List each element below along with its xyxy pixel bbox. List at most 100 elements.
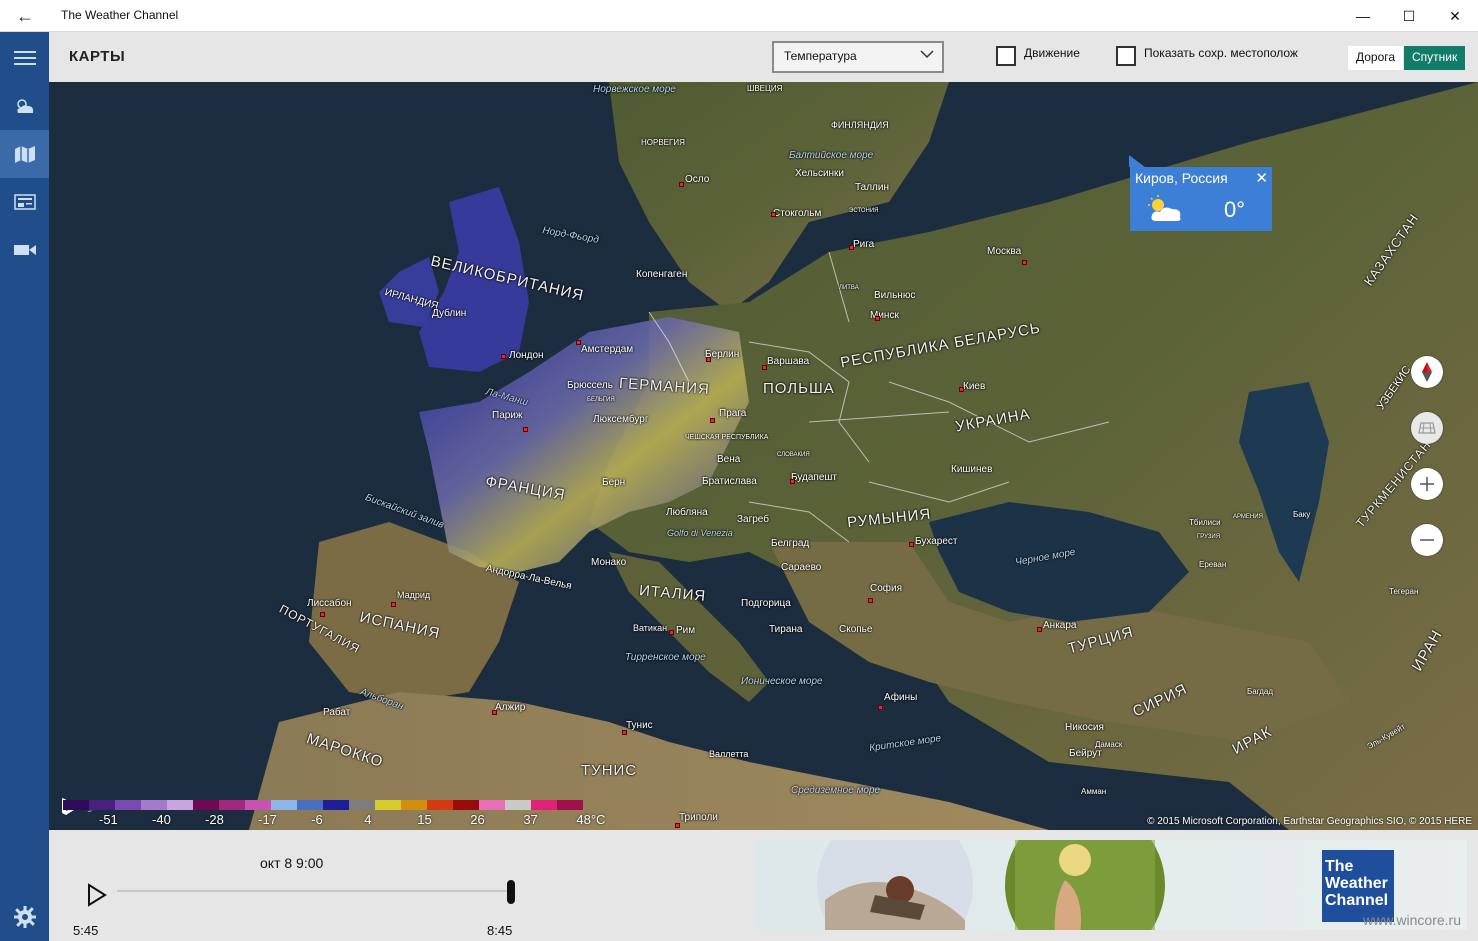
- city-marker: [501, 354, 506, 359]
- layer-select[interactable]: Температура: [772, 41, 944, 73]
- location-popup[interactable]: Киров, Россия ✕ 0°: [1129, 155, 1272, 231]
- city-marker: [762, 365, 767, 370]
- legend-swatch: [531, 800, 557, 810]
- title-bar: ← The Weather Channel — ☐ ✕: [0, 0, 1478, 32]
- ad-banner[interactable]: The Weather Channel www.wincore.ru: [755, 840, 1467, 930]
- city-marker: [675, 823, 680, 828]
- legend-swatch: [115, 800, 141, 810]
- end-time: 8:45: [487, 923, 513, 938]
- city-label-vilnius: Вильнюс: [874, 290, 916, 301]
- city-label-rabat: Рабат: [323, 707, 351, 718]
- legend-swatch: [193, 800, 219, 810]
- city-marker: [849, 245, 854, 250]
- city-marker: [790, 479, 795, 484]
- news-icon[interactable]: [0, 178, 49, 226]
- city-label-oslo: Осло: [685, 174, 710, 185]
- legend-tick: -6: [311, 812, 323, 827]
- city-label-baku: Баку: [1293, 510, 1311, 519]
- video-camera-icon[interactable]: [0, 226, 49, 274]
- city-marker: [679, 182, 684, 187]
- city-label-ankara: Анкара: [1043, 620, 1077, 631]
- legend-swatch: [271, 800, 297, 810]
- back-arrow-icon[interactable]: ←: [10, 5, 40, 27]
- legend-tick: 15: [417, 812, 432, 827]
- city-marker: [622, 730, 627, 735]
- legend-swatch: [453, 800, 479, 810]
- city-marker: [669, 630, 674, 635]
- satellite-map[interactable]: ВЕЛИКОБРИТАНИЯ ИРЛАНДИЯ ГЕРМАНИЯ ФРАНЦИЯ…: [49, 82, 1478, 830]
- city-label-sofia: София: [870, 583, 903, 594]
- city-label-amman: Амман: [1081, 787, 1107, 796]
- popup-pointer: [1129, 155, 1145, 167]
- city-label-budapest: Будапешт: [791, 472, 837, 483]
- city-label-luxembourg: Люксембург: [593, 414, 649, 425]
- traffic-checkbox[interactable]: Движение: [996, 46, 1080, 66]
- checkbox-box[interactable]: [1116, 46, 1136, 66]
- saved-locations-checkbox-label: Показать сохр. местополож: [1144, 46, 1298, 60]
- city-label-moscow: Москва: [987, 246, 1022, 257]
- logo-line-1: The: [1325, 858, 1354, 875]
- city-label-kiev: Киев: [963, 381, 986, 392]
- close-window-button[interactable]: ✕: [1432, 0, 1478, 32]
- sea-label-mediterranean: Средиземное море: [791, 785, 881, 796]
- logo-line-3: Channel: [1325, 892, 1389, 909]
- city-label-sarajevo: Сараево: [781, 562, 822, 573]
- sea-label-venice: Golfo di Venezia: [667, 528, 733, 538]
- zoom-in-button[interactable]: [1411, 468, 1443, 500]
- legend-swatch: [349, 800, 375, 810]
- city-marker: [878, 705, 883, 710]
- legend-swatch: [557, 800, 583, 810]
- city-label-tallinn: Таллин: [855, 182, 889, 193]
- legend-tick: -17: [258, 812, 277, 827]
- city-label-belgrade: Белград: [771, 538, 810, 549]
- city-marker: [710, 418, 715, 423]
- tilt-icon[interactable]: [1411, 412, 1443, 444]
- city-label-vienna: Вена: [717, 454, 741, 465]
- layer-select-value: Температура: [784, 49, 857, 63]
- legend-swatch: [479, 800, 505, 810]
- country-label-belgium: БЕЛЬГИЯ: [587, 397, 615, 403]
- chevron-down-icon: [920, 48, 934, 62]
- minimize-button[interactable]: —: [1340, 0, 1386, 32]
- city-label-rome: Рим: [676, 625, 696, 636]
- saved-locations-checkbox[interactable]: Показать сохр. местополож: [1116, 46, 1298, 66]
- close-icon[interactable]: ✕: [1255, 169, 1268, 187]
- checkbox-box[interactable]: [996, 46, 1016, 66]
- hamburger-menu-icon[interactable]: [0, 34, 49, 82]
- timeline-thumb[interactable]: [507, 880, 515, 904]
- country-label-lithuania: ЛИТВА: [839, 285, 859, 291]
- legend-tick: 48°C: [576, 812, 606, 827]
- city-label-bern: Берн: [602, 477, 626, 488]
- legend-swatch: [427, 800, 453, 810]
- copyright: © 2015 Microsoft Corporation, Earthstar …: [1147, 816, 1472, 827]
- maximize-button[interactable]: ☐: [1386, 0, 1432, 32]
- city-label-amsterdam: Амстердам: [581, 344, 634, 355]
- legend-swatch: [245, 800, 271, 810]
- country-label-tunisia: ТУНИС: [581, 762, 638, 779]
- city-label-paris: Париж: [492, 410, 523, 421]
- legend-swatch: [375, 800, 401, 810]
- city-label-nicosia: Никосия: [1065, 722, 1104, 733]
- city-label-algiers: Алжир: [495, 702, 526, 713]
- compass-icon[interactable]: [1411, 356, 1443, 388]
- play-icon[interactable]: [85, 882, 109, 908]
- legend-tick: -40: [152, 812, 171, 827]
- satellite-view-button[interactable]: Спутник: [1404, 46, 1466, 70]
- city-label-tehran: Тегеран: [1389, 587, 1419, 596]
- city-marker: [909, 542, 914, 547]
- popup-temperature: 0°: [1224, 197, 1246, 222]
- start-time: 5:45: [73, 923, 99, 938]
- road-view-button[interactable]: Дорога: [1348, 46, 1404, 70]
- sea-label-ionian: Ионическое море: [741, 676, 823, 687]
- zoom-out-button[interactable]: [1411, 524, 1443, 556]
- city-marker: [1037, 627, 1042, 632]
- city-label-helsinki: Хельсинки: [795, 168, 845, 179]
- map-icon[interactable]: [0, 130, 49, 178]
- gear-icon[interactable]: [14, 906, 36, 933]
- weather-cloud-icon[interactable]: [0, 82, 49, 130]
- city-label-tbilisi: Тбилиси: [1189, 518, 1221, 527]
- city-label-stockholm: Стокгольм: [773, 208, 822, 219]
- legend-swatch: [89, 800, 115, 810]
- timeline-track[interactable]: [117, 890, 512, 892]
- country-label-estonia: ЭСТОНИЯ: [849, 208, 879, 214]
